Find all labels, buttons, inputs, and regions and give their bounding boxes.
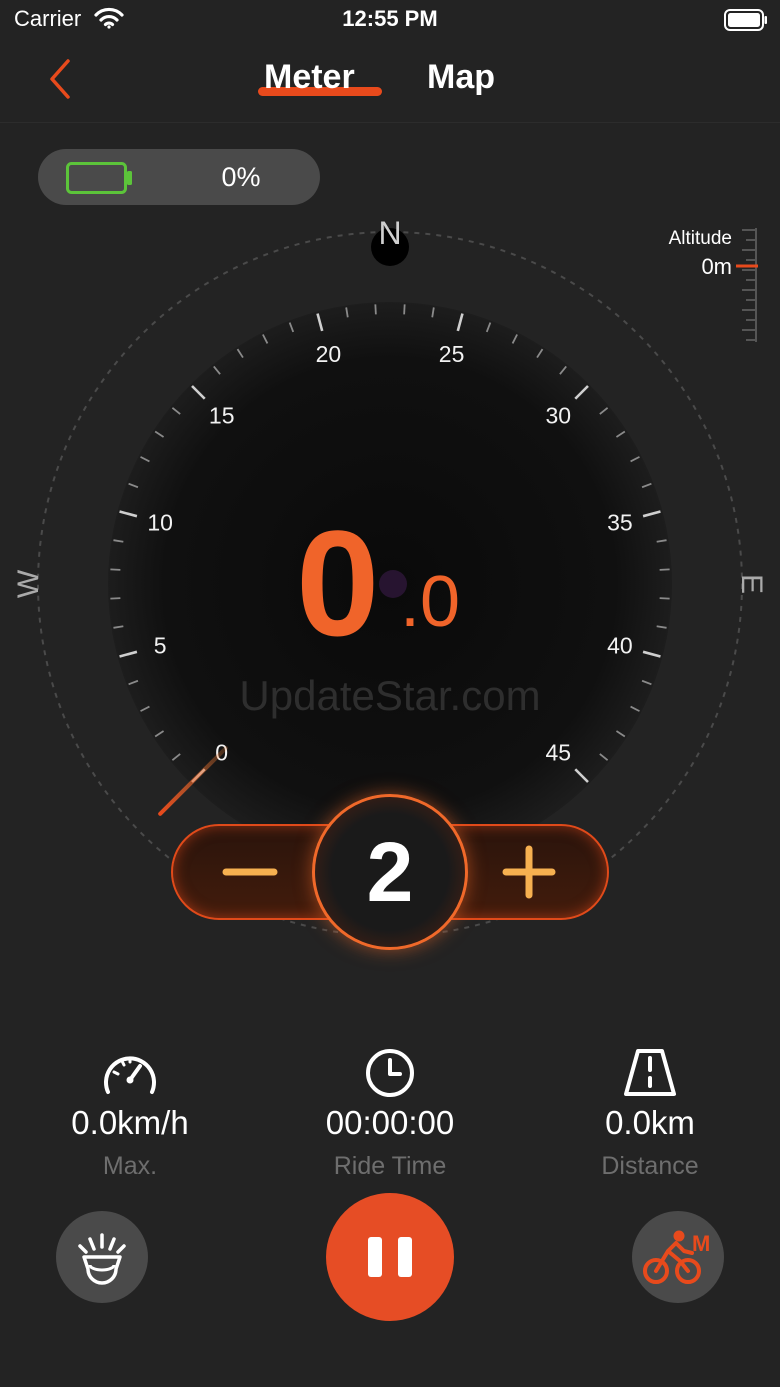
assist-increase-button[interactable] [484,836,574,908]
gauge-tick [403,304,406,315]
compass-north: N [378,215,401,251]
gauge-tick-label: 30 [545,403,571,429]
bike-mode-button[interactable]: M [632,1211,724,1303]
max-speed-value: 0.0km/h [71,1104,189,1141]
distance-value: 0.0km [605,1104,695,1141]
max-speed-label: Max. [102,1152,158,1180]
compass-east: E [735,574,768,594]
assist-decrease-button[interactable] [206,836,296,908]
status-time: 12:55 PM [342,6,438,31]
battery-icon [66,162,132,194]
compass-west: W [12,569,45,598]
gauge-tick-label: 5 [154,633,167,659]
ride-time-value: 00:00:00 [325,1104,455,1141]
gauge-tick-label: 45 [545,739,571,765]
pause-icon [368,1237,412,1277]
gauge-tick-label: 20 [316,341,342,367]
ride-time-label: Ride Time [333,1152,447,1180]
status-bar: Carrier 12:55 PM [0,0,780,40]
gauge-tick-label: 15 [209,403,235,429]
speedometer-icon [104,1056,156,1094]
gauge-tick [659,597,670,600]
status-battery-icon [724,9,767,31]
speed-decimal: .0 [400,562,461,642]
battery-percent: 0% [221,162,261,192]
speed-integer: 0 [296,499,379,667]
gauge-tick-label: 40 [607,633,633,659]
tab-meter[interactable]: Meter [264,58,355,97]
back-chevron-icon[interactable] [44,58,76,100]
headlight-icon [78,1233,126,1285]
mode-badge: M [692,1231,710,1256]
gauge-tick [374,304,377,315]
gauge-tick-label: 35 [607,509,633,535]
nav-divider [0,122,780,123]
gauge-tick [110,568,121,571]
bike-mode-icon: M [643,1230,710,1284]
tab-map[interactable]: Map [427,58,495,97]
clock-icon [366,1049,414,1097]
road-icon [624,1049,676,1096]
gauge-tick-label: 25 [439,341,465,367]
assist-level-value: 2 [366,825,414,919]
distance-label: Distance [601,1152,699,1180]
gauge-tick [110,597,121,600]
gauge-tick-label: 10 [147,509,173,535]
headlight-button[interactable] [56,1211,148,1303]
watermark: UpdateStar.com [239,672,541,719]
gauge-tick [659,568,670,571]
pause-button[interactable] [326,1193,454,1321]
